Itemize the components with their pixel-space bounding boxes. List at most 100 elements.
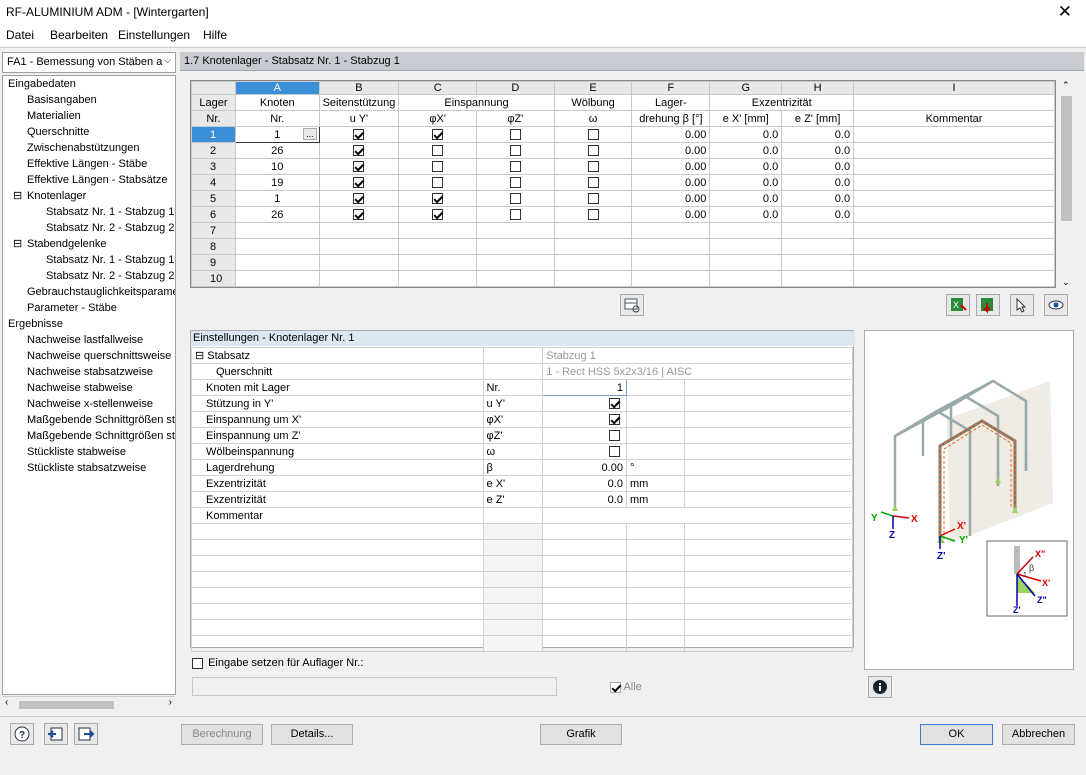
comment-cell[interactable]	[853, 190, 1055, 207]
excel-import-button[interactable]	[976, 294, 1000, 316]
omega-checkbox[interactable]	[587, 145, 599, 157]
settings-checkbox[interactable]	[608, 398, 620, 410]
nav-item[interactable]: Querschnitte	[27, 124, 89, 140]
uy-checkbox[interactable]	[353, 129, 365, 141]
empty-cell[interactable]	[709, 254, 783, 271]
settings-value-input[interactable]: 0.0	[542, 491, 627, 508]
beta-cell[interactable]: 0.00	[631, 126, 711, 143]
empty-cell[interactable]	[631, 222, 711, 239]
next-button[interactable]	[74, 723, 98, 745]
ellipsis-button[interactable]: ...	[303, 128, 317, 140]
nav-releases[interactable]: Stabendgelenke	[27, 236, 107, 252]
col-letter[interactable]: E	[553, 81, 633, 95]
scroll-up-icon[interactable]: ⌃	[1062, 80, 1070, 91]
settings-value-input[interactable]: 0.00	[542, 459, 627, 476]
phiz-checkbox[interactable]	[509, 209, 521, 221]
col-letter[interactable]: G	[709, 81, 783, 95]
row-number[interactable]: 2	[191, 142, 236, 159]
col-letter[interactable]: I	[853, 81, 1055, 95]
empty-cell[interactable]	[553, 238, 633, 255]
uy-checkbox[interactable]	[353, 177, 365, 189]
col-letter[interactable]: H	[781, 81, 855, 95]
omega-checkbox[interactable]	[587, 161, 599, 173]
settings-value-input[interactable]: 1	[542, 379, 627, 396]
nav-item[interactable]: Parameter - Stäbe	[27, 300, 117, 316]
comment-cell[interactable]	[853, 158, 1055, 175]
nav-result-item[interactable]: Nachweise lastfallweise	[27, 332, 143, 348]
empty-cell[interactable]	[234, 270, 320, 287]
col-letter[interactable]: A	[234, 81, 320, 95]
phiz-checkbox[interactable]	[509, 193, 521, 205]
empty-cell[interactable]	[709, 270, 783, 287]
empty-cell[interactable]	[853, 222, 1055, 239]
omega-checkbox[interactable]	[587, 177, 599, 189]
graphic-button[interactable]: Grafik	[540, 724, 622, 745]
nav-results-header[interactable]: Ergebnisse	[8, 316, 63, 332]
calculation-button[interactable]: Berechnung	[181, 724, 263, 745]
nav-supports-child-1[interactable]: Stabsatz Nr. 1 - Stabzug 1	[46, 204, 174, 220]
details-button[interactable]: Details...	[271, 724, 353, 745]
empty-cell[interactable]	[553, 270, 633, 287]
cancel-button[interactable]: Abbrechen	[1002, 724, 1075, 745]
row-number[interactable]: 4	[191, 174, 236, 191]
table-row[interactable]: 8	[191, 238, 1055, 255]
phix-checkbox[interactable]	[432, 145, 444, 157]
close-icon[interactable]: ✕	[1058, 2, 1072, 22]
table-row[interactable]: 1 1... 0.00 0.0 0.0	[191, 126, 1055, 143]
nav-item[interactable]: Gebrauchstauglichkeitsparamet	[27, 284, 175, 300]
ez-cell[interactable]: 0.0	[781, 142, 855, 159]
empty-cell[interactable]	[476, 238, 555, 255]
phix-checkbox[interactable]	[432, 129, 444, 141]
empty-cell[interactable]	[476, 254, 555, 271]
empty-cell[interactable]	[476, 222, 555, 239]
nav-item[interactable]: Materialien	[27, 108, 81, 124]
uy-checkbox[interactable]	[353, 145, 365, 157]
empty-cell[interactable]	[709, 238, 783, 255]
nav-result-item[interactable]: Nachweise x-stellenweise	[27, 396, 153, 412]
settings-checkbox[interactable]	[608, 430, 620, 442]
empty-cell[interactable]	[553, 254, 633, 271]
empty-cell[interactable]	[398, 270, 478, 287]
scroll-right-icon[interactable]: ›	[169, 697, 172, 708]
table-row[interactable]: 3 10 0.00 0.0 0.0	[191, 158, 1055, 175]
table-row[interactable]: 7	[191, 222, 1055, 239]
row-number[interactable]: 9	[191, 254, 236, 271]
omega-checkbox[interactable]	[587, 193, 599, 205]
empty-cell[interactable]	[234, 238, 320, 255]
settings-value-input[interactable]: 0.0	[542, 475, 627, 492]
row-number[interactable]: 8	[191, 238, 236, 255]
ez-cell[interactable]: 0.0	[781, 158, 855, 175]
nav-result-item[interactable]: Stückliste stabweise	[27, 444, 126, 460]
comment-cell[interactable]	[853, 126, 1055, 143]
nav-item[interactable]: Zwischenabstützungen	[27, 140, 140, 156]
table-row[interactable]: 10	[191, 270, 1055, 287]
uy-checkbox[interactable]	[353, 193, 365, 205]
menu-file[interactable]: Datei	[6, 28, 34, 42]
ez-cell[interactable]: 0.0	[781, 190, 855, 207]
nav-result-item[interactable]: Maßgebende Schnittgrößen sta	[27, 412, 175, 428]
empty-cell[interactable]	[631, 238, 711, 255]
empty-cell[interactable]	[781, 222, 855, 239]
ok-button[interactable]: OK	[920, 724, 993, 745]
help-button[interactable]: ?	[10, 723, 34, 745]
ex-cell[interactable]: 0.0	[709, 174, 783, 191]
row-number[interactable]: 7	[191, 222, 236, 239]
empty-cell[interactable]	[318, 270, 400, 287]
empty-cell[interactable]	[853, 270, 1055, 287]
phix-checkbox[interactable]	[432, 209, 444, 221]
beta-cell[interactable]: 0.00	[631, 190, 711, 207]
ez-cell[interactable]: 0.0	[781, 126, 855, 143]
empty-cell[interactable]	[318, 222, 400, 239]
view-button[interactable]	[1044, 294, 1068, 316]
empty-cell[interactable]	[398, 222, 478, 239]
phix-checkbox[interactable]	[432, 193, 444, 205]
select-graphic-button[interactable]	[1010, 294, 1034, 316]
col-letter[interactable]: F	[631, 81, 711, 95]
empty-cell[interactable]	[631, 254, 711, 271]
omega-checkbox[interactable]	[587, 209, 599, 221]
nav-supports[interactable]: Knotenlager	[27, 188, 86, 204]
scroll-down-icon[interactable]: ⌄	[1062, 277, 1070, 288]
table-row[interactable]: 5 1 0.00 0.0 0.0	[191, 190, 1055, 207]
uy-checkbox[interactable]	[353, 161, 365, 173]
scroll-thumb[interactable]	[19, 701, 114, 709]
